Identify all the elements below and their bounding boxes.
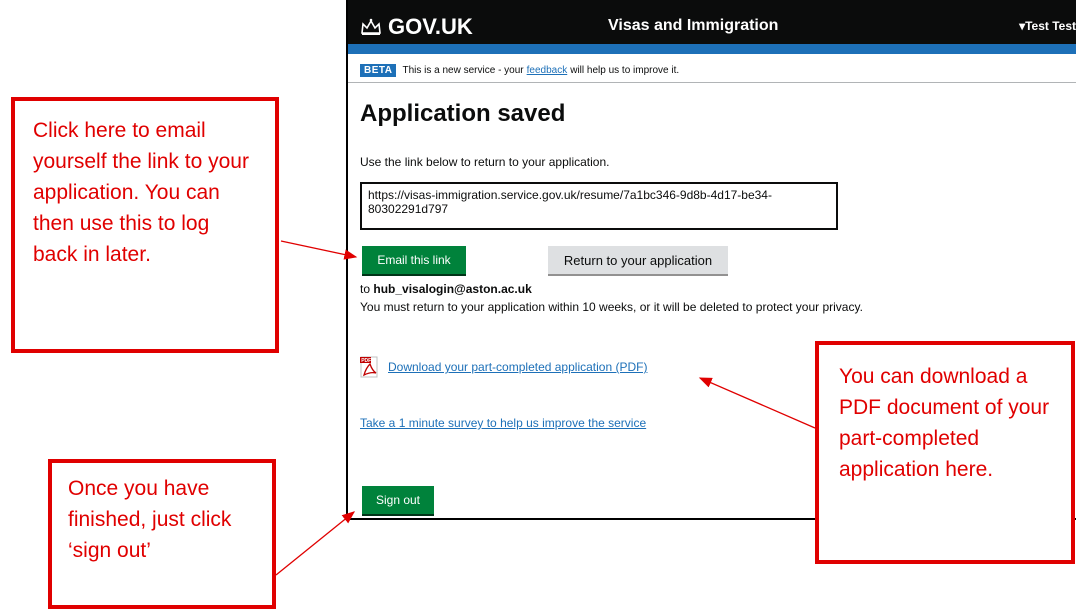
beta-banner: BETA This is a new service - your feedba…: [360, 64, 679, 77]
beta-divider: [348, 82, 1076, 83]
return-to-application-button[interactable]: Return to your application: [548, 246, 728, 274]
signout-callout: Once you have finished, just click ‘sign…: [48, 459, 276, 609]
email-arrow: [280, 240, 358, 260]
feedback-link[interactable]: feedback: [527, 65, 568, 76]
resume-link-field[interactable]: [360, 182, 838, 230]
beta-text-after: will help us to improve it.: [570, 65, 680, 76]
survey-link[interactable]: Take a 1 minute survey to help us improv…: [360, 416, 646, 430]
svg-text:PDF: PDF: [361, 358, 371, 364]
pdf-icon: PDF: [360, 356, 378, 378]
email-callout-text: Click here to email yourself the link to…: [33, 119, 249, 266]
email-callout: Click here to email yourself the link to…: [11, 97, 279, 353]
user-menu[interactable]: ▾Test Test: [1019, 19, 1076, 33]
email-address: hub_visalogin@aston.ac.uk: [373, 282, 532, 296]
pdf-download-link[interactable]: Download your part-completed application…: [388, 360, 647, 374]
crown-icon: [361, 18, 381, 35]
email-link-button[interactable]: Email this link: [362, 246, 466, 274]
pdf-callout: You can download a PDF document of your …: [815, 341, 1075, 564]
logo-text: GOV.UK: [388, 14, 473, 39]
deletion-warning: You must return to your application with…: [360, 300, 863, 314]
pdf-callout-text: You can download a PDF document of your …: [839, 365, 1050, 481]
intro-text: Use the link below to return to your app…: [360, 155, 610, 169]
service-name[interactable]: Visas and Immigration: [608, 17, 778, 35]
pdf-download-row: PDF Download your part-completed applica…: [360, 356, 647, 378]
beta-tag: BETA: [360, 64, 397, 77]
beta-text-before: This is a new service - your: [402, 65, 524, 76]
header-accent-bar: [348, 44, 1076, 54]
email-recipient: to hub_visalogin@aston.ac.uk: [360, 282, 532, 296]
govuk-logo[interactable]: GOV.UK: [360, 14, 473, 40]
page-title: Application saved: [360, 100, 566, 127]
sign-out-button[interactable]: Sign out: [362, 486, 434, 514]
email-prefix: to: [360, 282, 371, 296]
signout-arrow: [275, 511, 356, 576]
signout-callout-text: Once you have finished, just click ‘sign…: [68, 477, 232, 562]
